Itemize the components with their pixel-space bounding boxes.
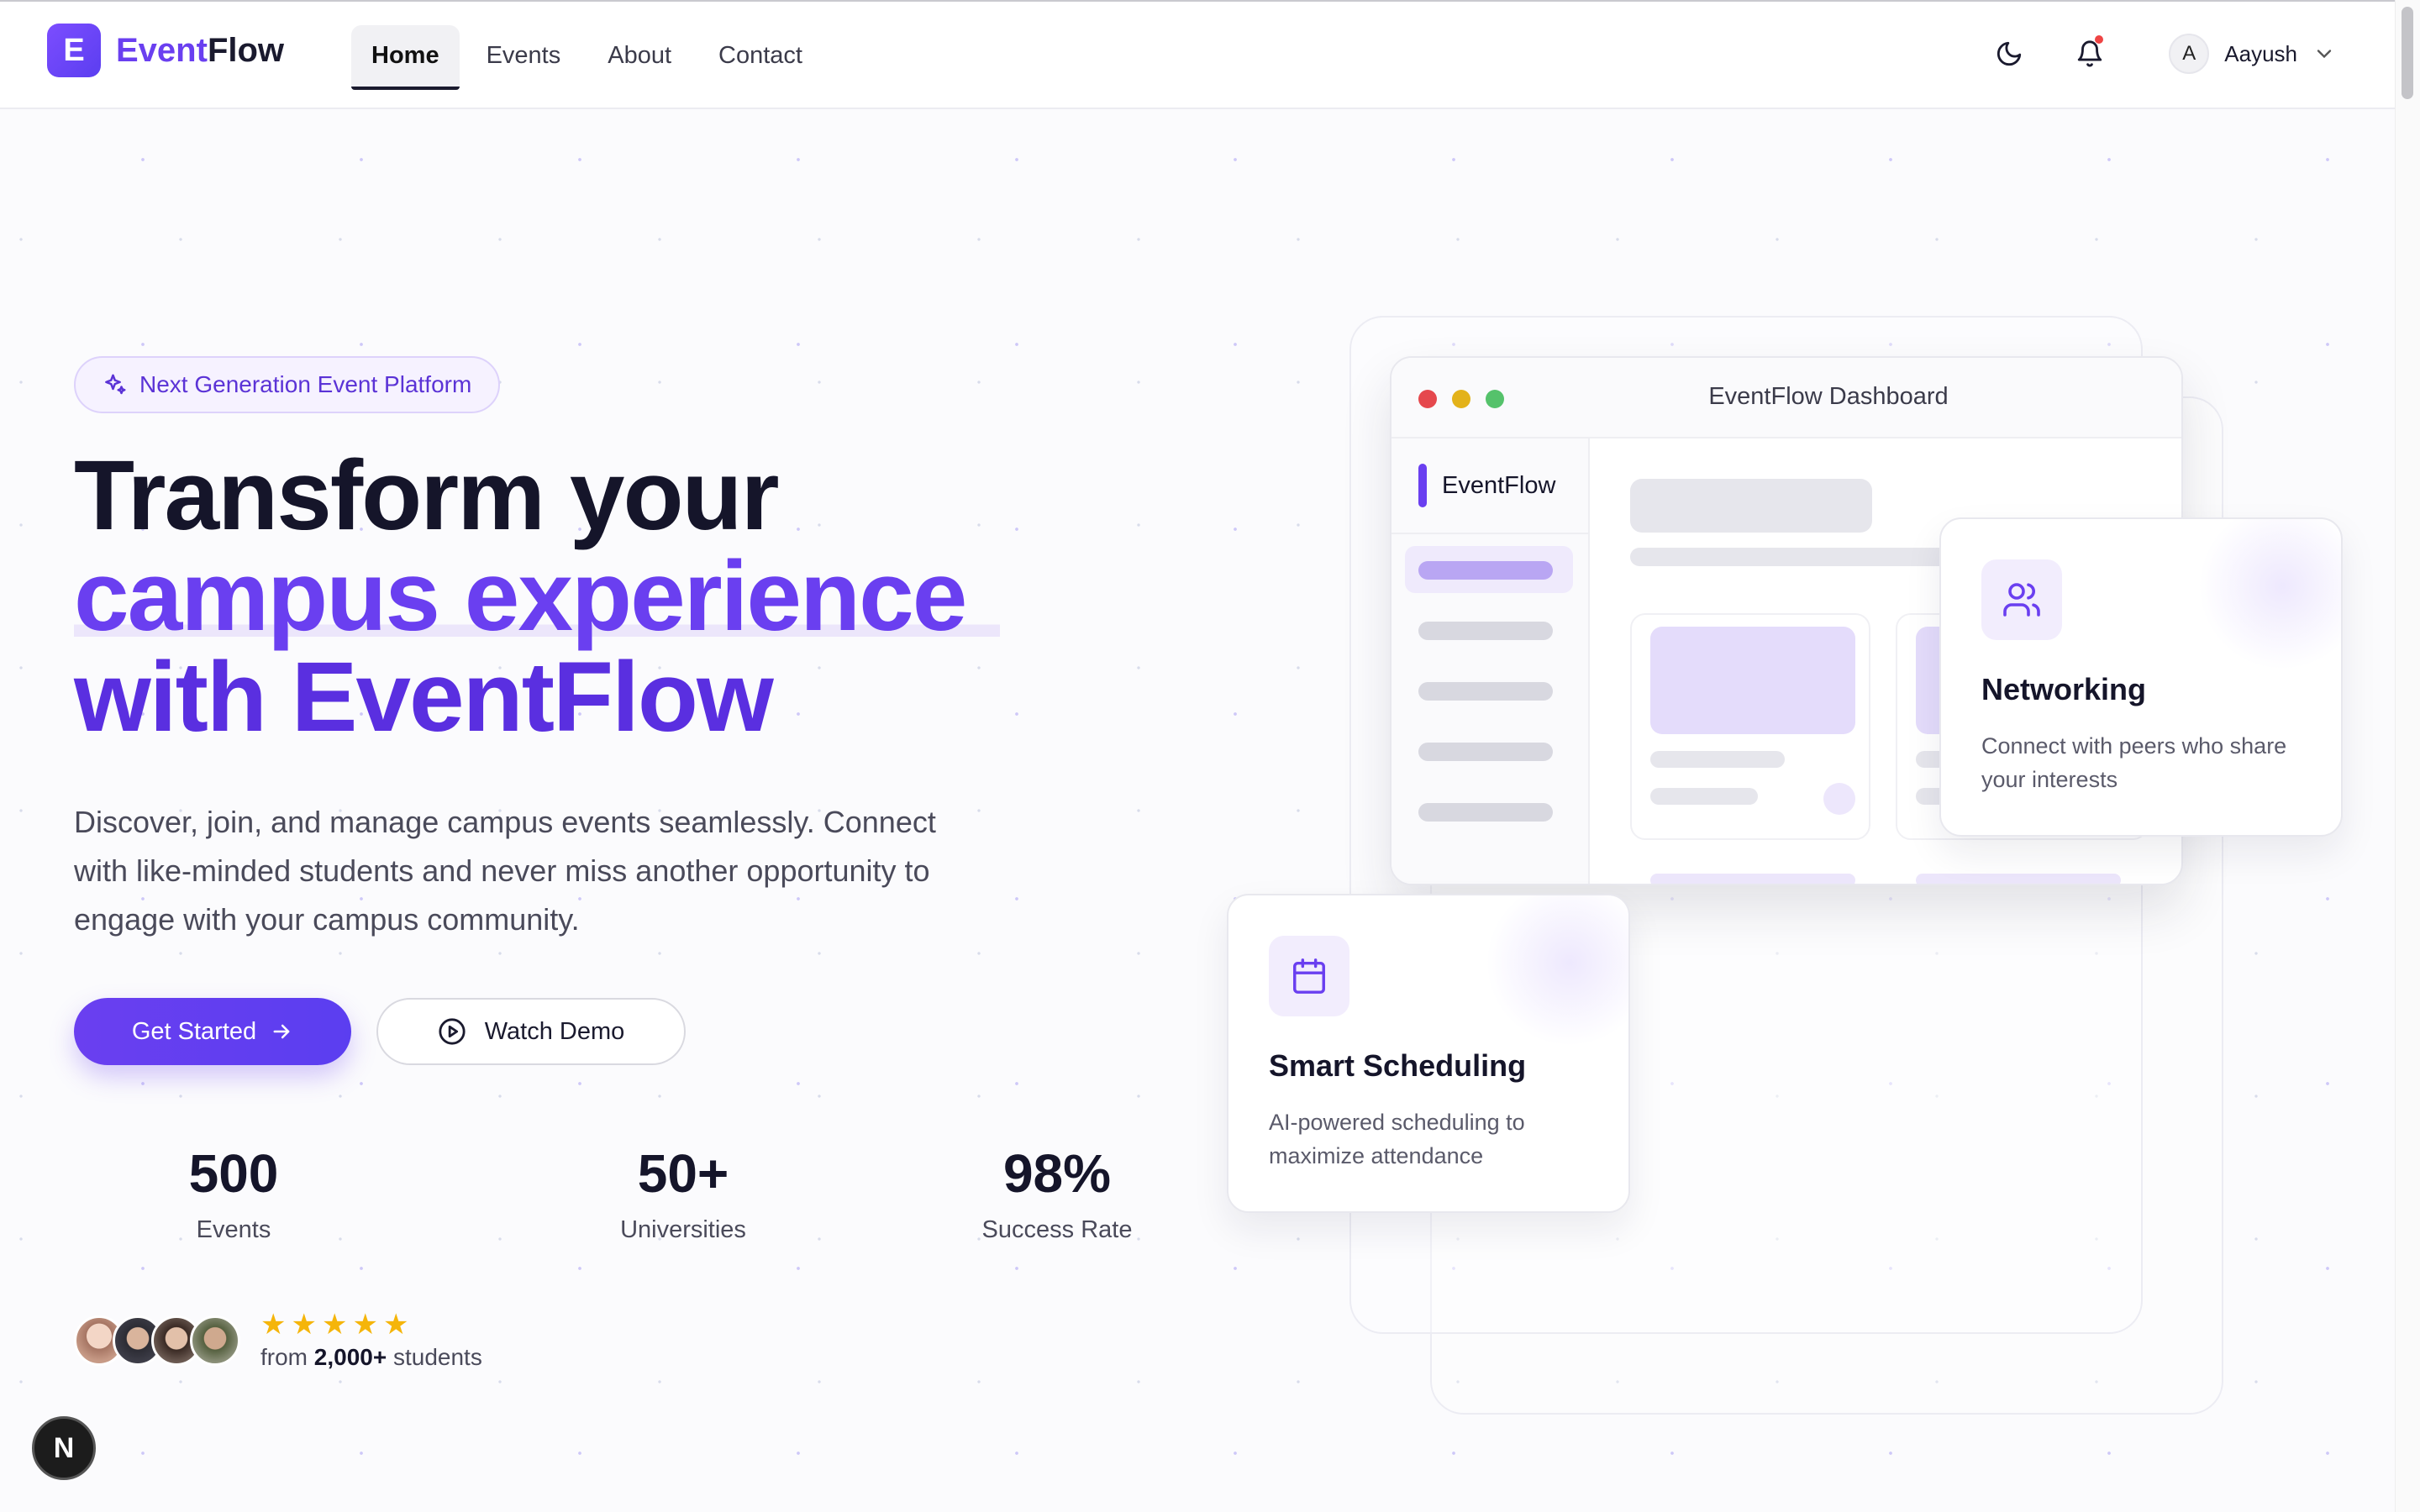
skeleton-line	[1650, 788, 1758, 805]
sparkles-icon	[105, 374, 126, 395]
nav-about[interactable]: About	[587, 25, 692, 90]
hero-title: Transform your campus experience with Ev…	[74, 445, 1000, 748]
dashboard-sidebar: EventFlow	[1392, 438, 1590, 884]
main-menu: Home Events About Contact	[351, 25, 823, 90]
sidebar-placeholder	[1418, 682, 1553, 701]
skeleton-image	[1650, 627, 1855, 734]
social-text: from 2,000+ students	[260, 1344, 482, 1370]
dev-tools-badge[interactable]: N	[32, 1416, 96, 1480]
skeleton-strip	[1916, 874, 2121, 884]
user-name: Aayush	[2224, 40, 2297, 66]
arrow-right-icon	[273, 1024, 290, 1039]
logo-mark: E	[47, 24, 101, 77]
card-title: Smart Scheduling	[1269, 1048, 1527, 1083]
card-description: AI-powered scheduling to maximize attend…	[1269, 1110, 1525, 1168]
users-icon	[2003, 583, 2040, 617]
rating-stars: ★ ★ ★ ★ ★	[260, 1310, 482, 1339]
user-menu[interactable]: A Aayush	[2169, 34, 2336, 74]
rating-block: ★ ★ ★ ★ ★ from 2,000+ students	[260, 1310, 482, 1371]
card-title: Networking	[1981, 672, 2147, 706]
star-icon: ★	[321, 1309, 348, 1341]
nav-home[interactable]: Home	[351, 25, 460, 90]
scrollbar-thumb[interactable]	[2402, 7, 2413, 99]
sidebar-placeholder	[1418, 743, 1553, 761]
get-started-button[interactable]: Get Started	[74, 998, 351, 1065]
play-circle-icon	[439, 1018, 466, 1045]
skeleton-heading	[1630, 479, 1872, 533]
moon-icon	[1997, 41, 2022, 66]
notifications-button[interactable]	[2066, 30, 2113, 77]
calendar-icon	[1293, 958, 1325, 994]
top-navbar: E EventFlow Home Events About Contact A …	[0, 0, 2395, 109]
stat-events: 500 Events	[188, 1143, 279, 1243]
star-icon: ★	[352, 1309, 378, 1341]
chevron-down-icon	[2317, 50, 2332, 59]
watch-demo-button[interactable]: Watch Demo	[376, 998, 686, 1065]
skeleton-strip	[1650, 874, 1855, 884]
nav-contact[interactable]: Contact	[698, 25, 823, 90]
avatar	[190, 1315, 240, 1366]
dashboard-title: EventFlow Dashboard	[1708, 383, 1949, 410]
smart-scheduling-card[interactable]: Smart Scheduling AI-powered scheduling t…	[1227, 894, 1630, 1213]
logo-text: EventFlow	[116, 31, 285, 69]
hero-description: Discover, join, and manage campus events…	[74, 805, 936, 937]
sidebar-placeholder	[1418, 622, 1553, 640]
student-avatars	[74, 1315, 240, 1366]
page-scrollbar[interactable]	[2395, 0, 2420, 1512]
skeleton-line	[1650, 751, 1785, 768]
star-icon: ★	[382, 1309, 409, 1341]
skeleton-dot	[1823, 783, 1855, 815]
avatar: A	[2169, 34, 2210, 74]
sidebar-placeholder	[1418, 561, 1553, 580]
platform-badge: Next Generation Event Platform	[74, 356, 501, 413]
theme-toggle-button[interactable]	[1986, 30, 2033, 77]
star-icon: ★	[260, 1309, 287, 1341]
dashboard-brand: EventFlow	[1418, 464, 1555, 507]
nav-actions: A Aayush	[1986, 30, 2336, 77]
sidebar-placeholder	[1418, 803, 1553, 822]
networking-card[interactable]: Networking Connect with peers who share …	[1939, 517, 2343, 837]
calendar-icon-wrap	[1269, 936, 1349, 1016]
nav-events[interactable]: Events	[466, 25, 581, 90]
star-icon: ★	[291, 1309, 317, 1341]
card-description: Connect with peers who share your intere…	[1981, 733, 2287, 792]
logo[interactable]: E EventFlow	[47, 24, 284, 77]
social-proof: ★ ★ ★ ★ ★ from 2,000+ students	[74, 1310, 482, 1371]
bell-icon	[2078, 40, 2102, 67]
window-titlebar: EventFlow Dashboard	[1392, 358, 2181, 438]
users-icon-wrap	[1981, 559, 2062, 640]
